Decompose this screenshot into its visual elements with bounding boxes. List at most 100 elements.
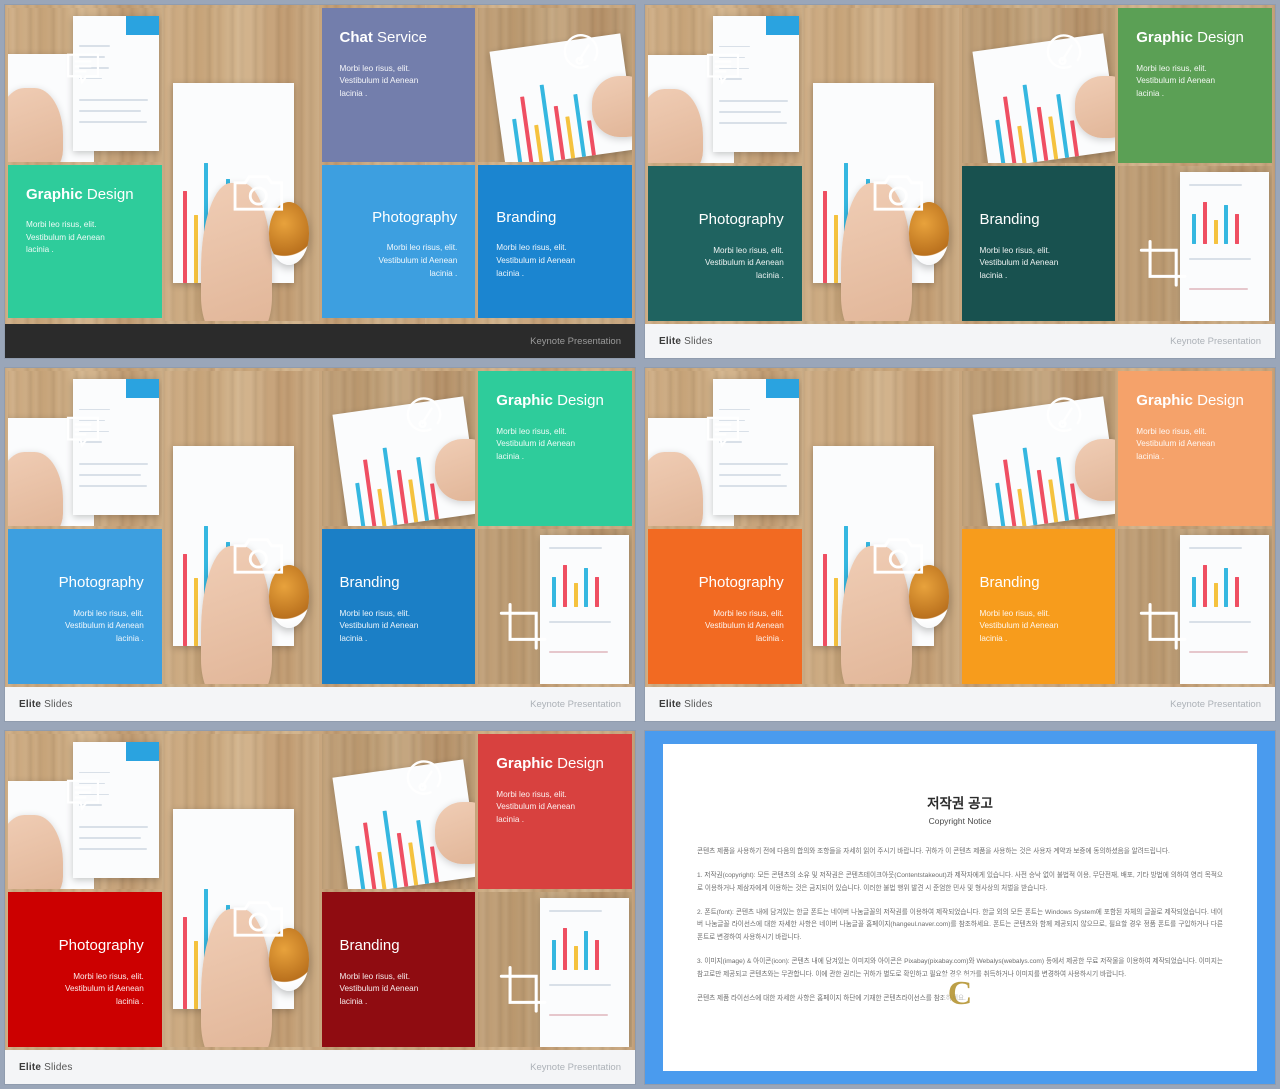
report-paper bbox=[72, 741, 159, 879]
tile-branding[interactable]: Branding Morbi leo risus, elit. Vestibulu… bbox=[321, 529, 476, 684]
copyright-card: 저작권 공고 Copyright Notice 콘텐츠 제품을 사용하기 전에 … bbox=[663, 744, 1257, 1071]
slide-cell-2[interactable]: Chat Service Morbi leo risus, elit.Vesti… bbox=[640, 0, 1280, 363]
footer-note: Keynote Presentation bbox=[1170, 335, 1261, 347]
photo-tile-center-hand bbox=[803, 371, 959, 684]
photo-tile-chart-wood bbox=[961, 371, 1116, 526]
photo-tile-documents bbox=[8, 371, 162, 526]
tile-title: Graphic Design bbox=[1136, 29, 1244, 46]
fist-hand bbox=[435, 802, 476, 865]
copyright-body: 콘텐츠 제품을 사용하기 전에 다음의 합의와 조항들을 자세히 읽어 주시기 … bbox=[697, 846, 1223, 1014]
photo-tile-center-hand bbox=[163, 371, 319, 684]
tile-grid: Chat Service Morbi leo risus, elit.Vesti… bbox=[645, 5, 1275, 324]
copyright-background: 저작권 공고 Copyright Notice 콘텐츠 제품을 사용하기 전에 … bbox=[645, 731, 1275, 1084]
photo-tile-center-hand bbox=[163, 734, 319, 1047]
footer-brand: Elite Slides bbox=[19, 1061, 73, 1073]
tile-body: Morbi leo risus, elit.Vestibulum id Aene… bbox=[339, 608, 419, 644]
slide-thumbnail-grid: Chat Service Morbi leo risus, elit. Vesti… bbox=[0, 0, 1280, 1089]
tile-title: Chat Service bbox=[339, 29, 428, 46]
tile-branding[interactable]: Branding Morbi leo risus, elit. Vestibulu… bbox=[961, 529, 1116, 684]
tile-title: Photography bbox=[58, 937, 144, 955]
slide-footer: Elite Slides Keynote Presentation bbox=[645, 324, 1275, 358]
tile-graphic-design[interactable]: Graphic Design Morbi leo risus, elit. Ves… bbox=[478, 371, 632, 526]
hand-writing bbox=[200, 909, 273, 1047]
tile-photography[interactable]: Photography Morbi leo risus, elit. Vestib… bbox=[8, 892, 162, 1047]
slide-periwinkle-green[interactable]: Chat Service Morbi leo risus, elit.Vesti… bbox=[5, 368, 635, 721]
tile-title: Photography bbox=[698, 211, 784, 229]
slide-copyright-notice[interactable]: 저작권 공고 Copyright Notice 콘텐츠 제품을 사용하기 전에 … bbox=[645, 731, 1275, 1084]
hand-writing bbox=[840, 546, 913, 684]
slide-blue-purple[interactable]: Chat Service Morbi leo risus, elit. Vesti… bbox=[5, 5, 635, 358]
copyright-title: 저작권 공고 bbox=[927, 796, 993, 811]
photo-tile-chart-wood bbox=[478, 8, 632, 162]
tile-body: Morbi leo risus, elit.Vestibulum id Aene… bbox=[496, 426, 575, 461]
tile-body: Morbi leo risus, elit.Vestibulum id Aene… bbox=[378, 243, 458, 278]
tile-title: Branding bbox=[979, 211, 1040, 229]
tile-body: Morbi leo risus, elit.Vestibulum id Aene… bbox=[65, 608, 144, 644]
report-paper bbox=[539, 535, 629, 684]
tile-graphic-design[interactable]: Graphic Design Morbi leo risus, elit. Ves… bbox=[478, 734, 632, 889]
tile-body: Morbi leo risus, elit.Vestibulum id Aene… bbox=[979, 608, 1059, 644]
tile-body: Morbi leo risus, elit.Vestibulum id Aene… bbox=[705, 245, 784, 281]
tile-body: Morbi leo risus, elit.Vestibulum id Aene… bbox=[496, 789, 575, 824]
photo-tile-chart-wood bbox=[321, 734, 476, 889]
tile-title: Branding bbox=[339, 574, 400, 592]
tile-title: Graphic Design bbox=[496, 755, 604, 772]
slide-yellow-orange[interactable]: Chat Service Morbi leo risus, elit.Vesti… bbox=[645, 368, 1275, 721]
slide-cell-3[interactable]: Chat Service Morbi leo risus, elit.Vesti… bbox=[0, 363, 640, 726]
tile-photography[interactable]: Photography Morbi leo risus, elit. Vestib… bbox=[8, 529, 162, 684]
slide-cell-6[interactable]: 저작권 공고 Copyright Notice 콘텐츠 제품을 사용하기 전에 … bbox=[640, 726, 1280, 1089]
tile-title: Graphic Design bbox=[1136, 392, 1244, 409]
tile-photography[interactable]: Photography Morbi leo risus, elit. Vestib… bbox=[648, 166, 802, 321]
slide-footer: Elite Slides Keynote Presentation bbox=[5, 324, 635, 358]
report-paper bbox=[539, 898, 629, 1047]
tile-photography[interactable]: Photography Morbi leo risus, elit. Vestib… bbox=[648, 529, 802, 684]
slide-cell-5[interactable]: Chat Service Morbi leo risus, elit.Vesti… bbox=[0, 726, 640, 1089]
fist-hand bbox=[592, 75, 632, 137]
footer-note: Keynote Presentation bbox=[530, 1061, 621, 1073]
coffee-cup bbox=[909, 565, 950, 628]
photo-tile-center-hand bbox=[163, 8, 319, 321]
tile-title: Graphic Design bbox=[26, 185, 134, 203]
tile-title: Branding bbox=[339, 937, 400, 955]
photo-tile-report-crop bbox=[1118, 529, 1272, 684]
slide-red-crimson[interactable]: Chat Service Morbi leo risus, elit.Vesti… bbox=[5, 731, 635, 1084]
tile-grid: Chat Service Morbi leo risus, elit.Vesti… bbox=[5, 731, 635, 1050]
tile-title: Branding bbox=[979, 574, 1040, 592]
footer-note: Keynote Presentation bbox=[530, 335, 621, 347]
tile-graphic-design[interactable]: Graphic Design Morbi leo risus, elit. Ves… bbox=[8, 164, 162, 318]
fist-hand bbox=[435, 439, 476, 502]
slide-cell-1[interactable]: Chat Service Morbi leo risus, elit. Vesti… bbox=[0, 0, 640, 363]
fist-hand bbox=[1075, 76, 1116, 139]
tile-grid: Chat Service Morbi leo risus, elit.Vesti… bbox=[5, 368, 635, 687]
tile-body: Morbi leo risus, elit.Vestibulum id Aene… bbox=[496, 243, 575, 278]
copyright-paragraph: 콘텐츠 제품을 사용하기 전에 다음의 합의와 조항들을 자세히 읽어 주시기 … bbox=[697, 848, 1170, 855]
slide-cell-4[interactable]: Chat Service Morbi leo risus, elit.Vesti… bbox=[640, 363, 1280, 726]
tile-grid: Chat Service Morbi leo risus, elit.Vesti… bbox=[645, 368, 1275, 687]
photo-tile-center-hand bbox=[803, 8, 959, 321]
footer-note: Keynote Presentation bbox=[530, 698, 621, 710]
tile-branding[interactable]: Branding Morbi leo risus, elit. Vestibulu… bbox=[961, 166, 1116, 321]
copyright-subtitle: Copyright Notice bbox=[928, 816, 992, 826]
tile-grid: Chat Service Morbi leo risus, elit.Vesti… bbox=[5, 5, 635, 324]
tile-graphic-design[interactable]: Graphic Design Morbi leo risus, elit. Ves… bbox=[1118, 371, 1272, 526]
photo-tile-documents bbox=[648, 371, 802, 526]
tile-branding[interactable]: Branding Morbi leo risus, elit. Vestibulu… bbox=[478, 164, 632, 318]
report-paper bbox=[712, 15, 799, 153]
footer-brand: Elite Slides bbox=[19, 698, 73, 710]
tile-chat-service[interactable]: Chat Service Morbi leo risus, elit.Vesti… bbox=[321, 8, 476, 162]
hand-writing bbox=[200, 183, 273, 321]
copyright-paragraph: 1. 저작권(copyright): 모든 콘텐츠의 소유 및 저작권은 콘텐츠… bbox=[697, 871, 1223, 892]
tile-title: Branding bbox=[496, 208, 557, 226]
photo-tile-chart-wood bbox=[321, 371, 476, 526]
tile-photography[interactable]: Photography Morbi leo risus, elit. Vestib… bbox=[321, 164, 476, 318]
tile-body: Morbi leo risus, elit.Vestibulum id Aene… bbox=[339, 63, 419, 98]
tile-branding[interactable]: Branding Morbi leo risus, elit. Vestibulu… bbox=[321, 892, 476, 1047]
coffee-cup bbox=[269, 202, 310, 265]
slide-navy-teal[interactable]: Chat Service Morbi leo risus, elit.Vesti… bbox=[645, 5, 1275, 358]
footer-note: Keynote Presentation bbox=[1170, 698, 1261, 710]
hand-writing bbox=[200, 546, 273, 684]
tile-body: Morbi leo risus, elit.Vestibulum id Aene… bbox=[1136, 63, 1215, 98]
coffee-cup bbox=[269, 565, 310, 628]
contents-takeout-watermark-logo: C bbox=[943, 974, 977, 1014]
tile-graphic-design[interactable]: Graphic Design Morbi leo risus, elit. Ves… bbox=[1118, 8, 1272, 163]
